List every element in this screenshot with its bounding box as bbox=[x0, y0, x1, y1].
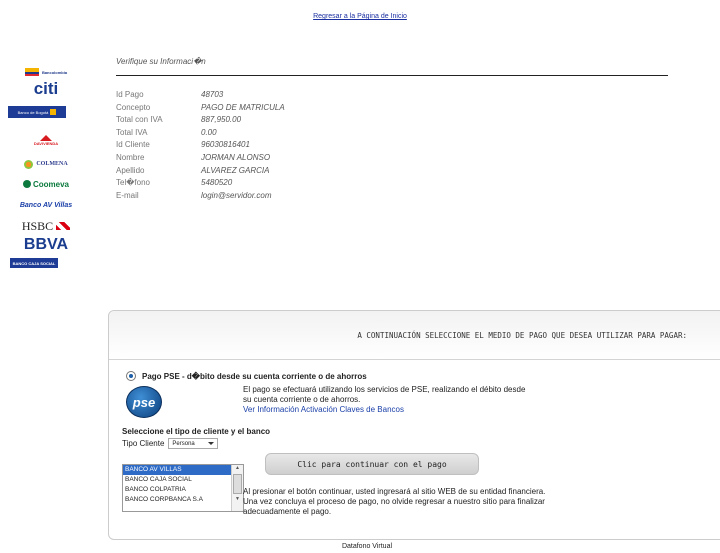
payment-note-line: Una vez concluya el proceso de pago, no … bbox=[243, 497, 545, 506]
info-value: PAGO DE MATRICULA bbox=[201, 102, 285, 112]
chevron-down-icon bbox=[208, 442, 215, 445]
pse-description: El pago se efectuará utilizando los serv… bbox=[243, 385, 603, 415]
logo-bbva: BBVA bbox=[4, 236, 88, 254]
info-row: E-mail login@servidor.com bbox=[116, 190, 285, 203]
info-label: Total IVA bbox=[116, 127, 148, 137]
logo-coomeva-text: Coomeva bbox=[32, 179, 69, 189]
info-value: JORMAN ALONSO bbox=[201, 152, 271, 162]
divider bbox=[116, 75, 668, 76]
logo-coomeva: Coomeva bbox=[4, 176, 88, 192]
pse-option-label: Pago PSE - d�bito desde su cuenta corrie… bbox=[142, 371, 367, 381]
info-value: login@servidor.com bbox=[201, 190, 272, 200]
pse-desc-line: su cuenta corriente o de ahorros. bbox=[243, 395, 361, 404]
datafono-virtual-link[interactable]: Datafono Virtual bbox=[0, 543, 720, 550]
info-value: 0.00 bbox=[201, 127, 217, 137]
pse-logo-text: pse bbox=[132, 394, 156, 410]
pse-logo: pse bbox=[126, 386, 162, 418]
bank-select-list[interactable]: BANCO AV VILLAS BANCO CAJA SOCIAL BANCO … bbox=[122, 464, 244, 512]
info-value: 96030816401 bbox=[201, 140, 250, 150]
logo-davivienda: DAVIVIENDA bbox=[4, 130, 88, 150]
info-row: Tel�fono 5480520 bbox=[116, 177, 285, 190]
logo-citi: citi bbox=[4, 79, 88, 98]
payment-note-line: adecuadamente el pago. bbox=[243, 507, 332, 516]
logo-hsbc-mark bbox=[56, 222, 71, 230]
info-value: 5480520 bbox=[201, 178, 233, 188]
info-label: Tel�fono bbox=[116, 178, 150, 188]
bank-option[interactable]: BANCO CORPBANCA S.A bbox=[123, 495, 231, 505]
scroll-down-icon[interactable]: ▼ bbox=[232, 496, 243, 504]
logo-colmena: COLMENA bbox=[4, 156, 88, 172]
logo-citi-text: citi bbox=[33, 79, 59, 98]
info-title: Verifique su Informaci�n bbox=[116, 57, 206, 66]
logo-coomeva-mark bbox=[22, 180, 31, 188]
logo-hsbc-text: HSBC bbox=[21, 218, 54, 233]
info-value: ALVAREZ GARCIA bbox=[201, 165, 270, 175]
continue-payment-button[interactable]: Clic para continuar con el pago bbox=[265, 453, 479, 475]
bank-option[interactable]: BANCO CAJA SOCIAL bbox=[123, 475, 231, 485]
pse-option[interactable]: Pago PSE - d�bito desde su cuenta corrie… bbox=[126, 371, 367, 381]
info-row: Total con IVA 887,950.00 bbox=[116, 114, 285, 127]
pse-radio[interactable] bbox=[126, 371, 136, 381]
info-label: E-mail bbox=[116, 190, 139, 200]
info-row: Id Cliente 96030816401 bbox=[116, 139, 285, 152]
logo-banco-de-bogota-mark bbox=[50, 109, 57, 115]
logo-hsbc: HSBC bbox=[4, 218, 88, 234]
logo-davivienda-text: DAVIVIENDA bbox=[33, 140, 59, 146]
logo-banco-de-bogota-text: Banco de Bogotá bbox=[17, 109, 49, 115]
bank-option[interactable]: BANCO AV VILLAS bbox=[123, 465, 231, 475]
scroll-up-icon[interactable]: ▲ bbox=[232, 465, 243, 473]
back-to-home-link[interactable]: Regresar a la Página de Inicio bbox=[0, 13, 720, 20]
info-label: Id Pago bbox=[116, 90, 144, 99]
client-type-value: Persona bbox=[172, 440, 195, 447]
logo-banco-de-bogota: Banco de Bogotá bbox=[8, 106, 66, 118]
client-type-label: Tipo Cliente bbox=[122, 439, 165, 448]
logo-av-villas-text: Banco AV Villas bbox=[19, 201, 73, 209]
logo-colmena-mark bbox=[24, 159, 34, 169]
client-type-row: Tipo Cliente Persona bbox=[122, 438, 219, 449]
info-value: 887,950.00 bbox=[201, 115, 242, 125]
select-client-bank-title: Seleccione el tipo de cliente y el banco bbox=[122, 427, 271, 436]
info-value: 48703 bbox=[201, 90, 224, 99]
info-row: Total IVA 0.00 bbox=[116, 127, 285, 140]
logo-bancolombia: Bancolombia bbox=[4, 66, 88, 78]
pse-desc-line: El pago se efectuará utilizando los serv… bbox=[243, 385, 526, 394]
payment-method-panel: A CONTINUACIÓN SELECCIONE EL MEDIO DE PA… bbox=[108, 310, 720, 540]
info-row: Apellido ALVAREZ GARCIA bbox=[116, 165, 285, 178]
info-label: Total con IVA bbox=[116, 115, 163, 125]
scroll-thumb[interactable] bbox=[233, 474, 242, 494]
info-row: Id Pago 48703 bbox=[116, 89, 285, 102]
bank-list-scrollbar[interactable]: ▲ ▼ bbox=[231, 465, 243, 511]
info-row: Nombre JORMAN ALONSO bbox=[116, 152, 285, 165]
logo-colmena-text: COLMENA bbox=[36, 161, 68, 167]
logo-bbva-text: BBVA bbox=[23, 236, 69, 253]
logo-bancolombia-mark bbox=[24, 68, 39, 76]
info-label: Concepto bbox=[116, 102, 151, 112]
info-label: Apellido bbox=[116, 165, 145, 175]
logo-av-villas: Banco AV Villas bbox=[4, 198, 88, 212]
bank-option[interactable]: BANCO COLPATRIA bbox=[123, 485, 231, 495]
payment-method-header: A CONTINUACIÓN SELECCIONE EL MEDIO DE PA… bbox=[109, 311, 720, 360]
payment-note-line: Al presionar el botón continuar, usted i… bbox=[243, 487, 546, 496]
payment-info-table: Id Pago 48703 Concepto PAGO DE MATRICULA T… bbox=[116, 89, 285, 202]
client-type-select[interactable]: Persona bbox=[168, 438, 219, 449]
payment-note: Al presionar el botón continuar, usted i… bbox=[243, 487, 643, 517]
logo-bancolombia-text: Bancolombia bbox=[41, 69, 68, 75]
logo-banco-caja-social: BANCO CAJA SOCIAL bbox=[10, 258, 58, 268]
info-row: Concepto PAGO DE MATRICULA bbox=[116, 102, 285, 115]
bank-keys-link[interactable]: Ver Información Activación Claves de Ban… bbox=[243, 405, 603, 415]
logo-banco-caja-social-text: BANCO CAJA SOCIAL bbox=[12, 260, 56, 266]
info-label: Nombre bbox=[116, 152, 145, 162]
info-label: Id Cliente bbox=[116, 140, 150, 150]
